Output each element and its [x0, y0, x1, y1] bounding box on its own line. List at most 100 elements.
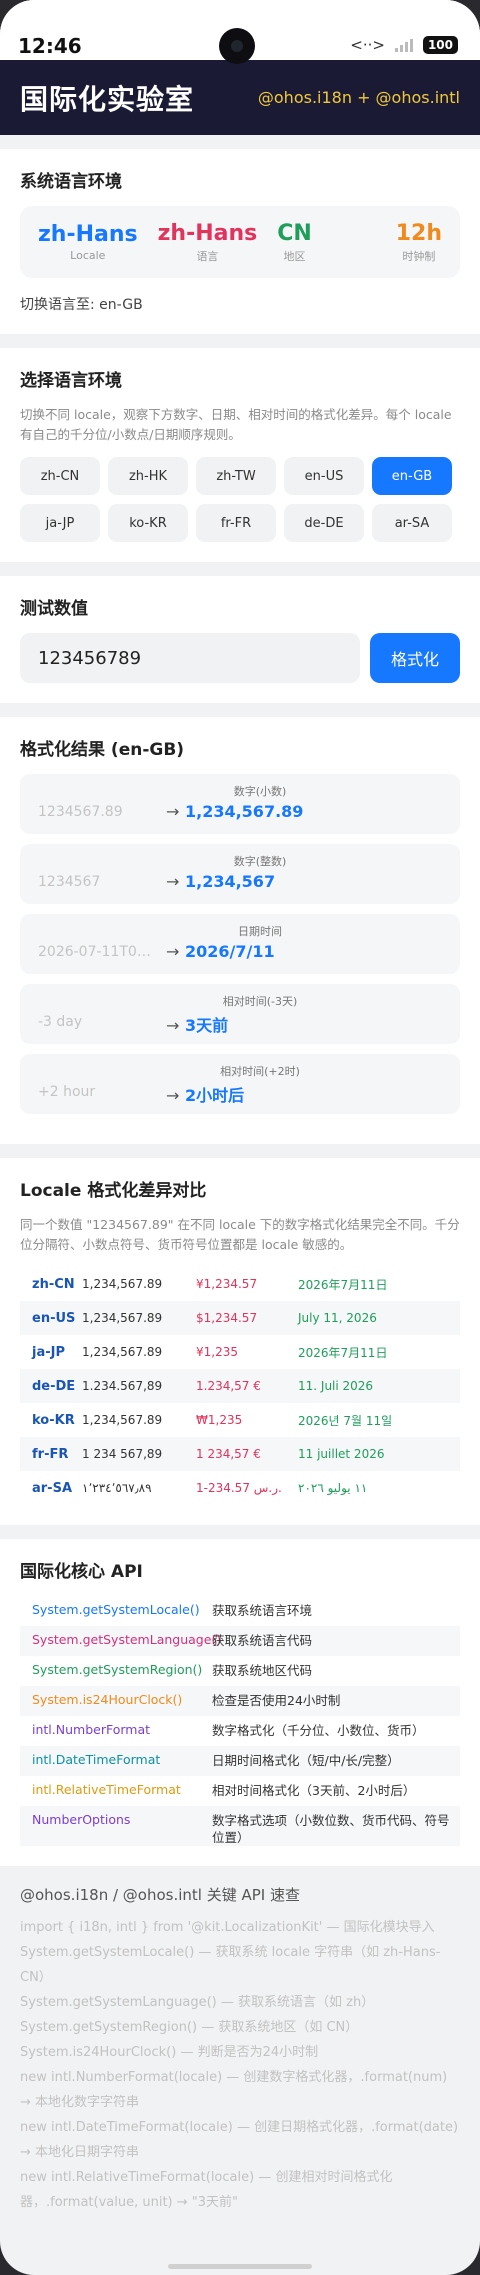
signal-icon: [394, 38, 413, 52]
locale-cell: ko-KR: [32, 1412, 75, 1428]
locale-button-en-us[interactable]: en-US: [284, 457, 364, 495]
home-indicator[interactable]: [168, 2264, 312, 2269]
app-screen: 12:46 <··> 100 国际化实验室 @ohos.i18n + @ohos…: [0, 0, 480, 2275]
result-output: 3天前: [184, 1016, 229, 1035]
date-cell: 2026年7月11日: [298, 1277, 388, 1292]
result-output: 1,234,567: [184, 872, 276, 891]
env-value: CN: [277, 220, 312, 246]
number-cell: 1,234,567.89: [82, 1301, 196, 1335]
result-label: 相对时间(-3天): [222, 995, 298, 1008]
api-name: intl.RelativeTimeFormat: [32, 1782, 181, 1797]
result-input: +2 hour: [38, 1084, 96, 1100]
api-description: 检查是否使用24小时制: [212, 1693, 341, 1708]
number-cell: 1,234,567.89: [82, 1277, 163, 1291]
date-cell: 2026년 7월 11일: [298, 1413, 393, 1428]
section-title: 系统语言环境: [20, 172, 122, 192]
api-name: intl.NumberFormat: [32, 1722, 151, 1737]
api-row: System.getSystemLanguage() 获取系统语言代码: [20, 1626, 460, 1656]
result-output-row: → 3天前: [166, 1012, 228, 1036]
app-header: 国际化实验室 @ohos.i18n + @ohos.intl: [0, 60, 480, 135]
table-row: ar-SA ١٬٢٣٤٬٥٦٧٫٨٩ 1-234.57 ر.س. ١١ يوليو ٢…: [20, 1471, 460, 1505]
data-transfer-icon: <··>: [350, 36, 385, 54]
table-row: ko-KR 1,234,567.89 ₩1,235 2026년 7월 11일: [20, 1403, 460, 1437]
api-description: 相对时间格式化（3天前、2小时后）: [212, 1783, 416, 1798]
env-value: 12h: [395, 220, 442, 246]
api-row: System.getSystemRegion() 获取系统地区代码: [20, 1656, 460, 1686]
api-description: 数字格式化（千分位、小数位、货币）: [212, 1723, 425, 1738]
env-language: zh-Hans 语言: [158, 221, 258, 264]
input-row: 格式化: [20, 633, 460, 683]
locale-button-fr-fr[interactable]: fr-FR: [196, 504, 276, 542]
clock-time: 12:46: [18, 34, 82, 58]
arrow-icon: →: [166, 802, 180, 821]
section-title: 选择语言环境: [20, 371, 122, 391]
locale-button-ko-kr[interactable]: ko-KR: [108, 504, 188, 542]
format-button[interactable]: 格式化: [370, 633, 460, 683]
locale-button-zh-cn[interactable]: zh-CN: [20, 457, 100, 495]
result-label: 日期时间: [238, 925, 282, 938]
locale-button-ja-jp[interactable]: ja-JP: [20, 504, 100, 542]
api-name: System.getSystemLanguage(): [32, 1632, 222, 1647]
quick-reference: @ohos.i18n / @ohos.intl 关键 API 速查 import…: [0, 1866, 480, 2233]
locale-button-zh-tw[interactable]: zh-TW: [196, 457, 276, 495]
result-label: 数字(整数): [233, 855, 287, 868]
quick-line: System.getSystemRegion() — 获取系统地区（如 CN）: [20, 2020, 359, 2035]
date-cell: ١١ يوليو ٢٠٢٦: [298, 1481, 368, 1495]
quick-line: CN）: [20, 1970, 52, 1985]
result-card: 日期时间 2026-07-11T04:4... → 2026/7/11: [20, 914, 460, 974]
date-cell: 11. Juli 2026: [298, 1369, 460, 1403]
locale-cell: ja-JP: [32, 1344, 65, 1360]
result-card: 数字(小数) 1234567.89 → 1,234,567.89: [20, 774, 460, 834]
locale-button-en-gb[interactable]: en-GB: [372, 457, 452, 495]
result-input: 1234567.89: [38, 804, 123, 820]
env-value: zh-Hans: [38, 222, 138, 247]
api-row: intl.DateTimeFormat 日期时间格式化（短/中/长/完整）: [20, 1746, 460, 1776]
api-name: intl.DateTimeFormat: [32, 1752, 161, 1767]
locale-grid: zh-CN zh-HK zh-TW en-US en-GB ja-JP ko-KR fr-FR…: [20, 457, 460, 542]
system-env-section: 系统语言环境 zh-Hans Locale zh-Hans 语言 CN 地区 1…: [0, 149, 480, 334]
env-label: Locale: [70, 249, 106, 262]
battery-icon: 100: [422, 36, 458, 54]
api-name: System.is24HourClock(): [32, 1692, 183, 1707]
result-output-row: → 2小时后: [166, 1082, 244, 1106]
results-section: 格式化结果 (en-GB) 数字(小数) 1234567.89 → 1,234,56…: [0, 717, 480, 1144]
arrow-icon: →: [166, 872, 180, 891]
env-label: 地区: [283, 249, 306, 263]
locale-button-ar-sa[interactable]: ar-SA: [372, 504, 452, 542]
number-cell: 1,234,567.89: [82, 1413, 163, 1427]
locale-button-de-de[interactable]: de-DE: [284, 504, 364, 542]
api-description: 获取系统语言环境: [212, 1603, 313, 1618]
number-cell: 1.234.567,89: [82, 1369, 196, 1403]
env-clock: 12h 时钟制: [396, 221, 442, 264]
result-output: 2小时后: [184, 1086, 245, 1105]
locale-button-zh-hk[interactable]: zh-HK: [108, 457, 188, 495]
currency-cell: ¥1,235: [196, 1345, 238, 1359]
api-row: intl.RelativeTimeFormat 相对时间格式化（3天前、2小时后）: [20, 1776, 460, 1806]
locale-cell: en-US: [20, 1301, 82, 1335]
api-name: System.getSystemRegion(): [32, 1662, 203, 1677]
quick-line: new intl.NumberFormat(locale) — 创建数字格式化器…: [20, 2070, 448, 2085]
currency-cell: ¥1,234.57: [196, 1277, 258, 1291]
result-label: 相对时间(+2时): [220, 1065, 300, 1078]
result-input: -3 day: [38, 1014, 83, 1030]
results-list: 数字(小数) 1234567.89 → 1,234,567.89 数字(整数) 1234…: [20, 774, 460, 1114]
result-input: 1234567: [38, 874, 101, 890]
api-description: 日期时间格式化（短/中/长/完整）: [212, 1753, 400, 1768]
result-input: 2026-07-11T04:4...: [38, 944, 158, 960]
quick-line: System.getSystemLanguage() — 获取系统语言（如 zh…: [20, 1995, 375, 2010]
result-output-row: → 1,234,567.89: [166, 802, 303, 821]
test-value-section: 测试数值 格式化: [0, 576, 480, 703]
api-description: 数字格式选项（小数位数、货币代码、符号位置）: [212, 1813, 450, 1845]
env-label: 语言: [196, 249, 219, 263]
locale-cell: de-DE: [20, 1369, 82, 1403]
currency-cell: $1,234.57: [196, 1301, 298, 1335]
date-cell: 2026年7月11日: [298, 1345, 388, 1360]
arrow-icon: →: [166, 1086, 180, 1105]
quick-line: → 本地化数字字符串: [20, 2095, 140, 2110]
number-input[interactable]: [20, 633, 360, 683]
result-card: 相对时间(-3天) -3 day → 3天前: [20, 984, 460, 1044]
table-row: fr-FR 1 234 567,89 1 234,57 €11 juillet 20…: [20, 1437, 460, 1471]
arrow-icon: →: [166, 942, 180, 961]
currency-cell: 1.234,57 €: [196, 1369, 298, 1403]
table-row: de-DE 1.234.567,89 1.234,57 €11. Juli 2026: [20, 1369, 460, 1403]
